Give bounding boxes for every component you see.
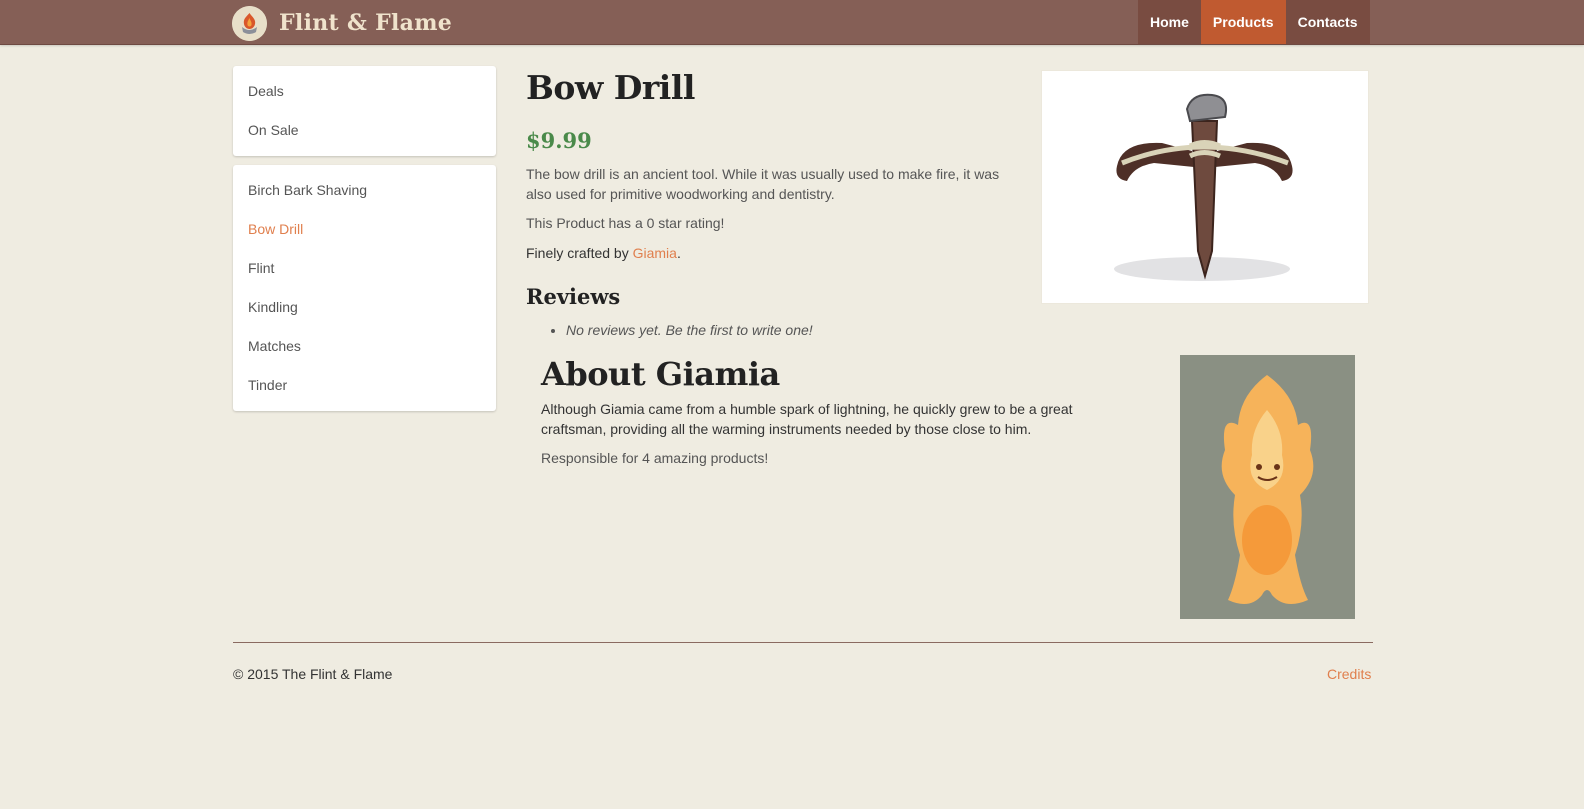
footer-divider <box>233 642 1373 643</box>
sidebar-item-bow-drill[interactable]: Bow Drill <box>233 210 496 249</box>
flame-logo-icon <box>232 5 267 41</box>
sidebar-item-matches[interactable]: Matches <box>233 327 496 366</box>
crafted-prefix: Finely crafted by <box>526 245 633 261</box>
sidebar-item-tinder[interactable]: Tinder <box>233 366 496 405</box>
product-price: $9.99 <box>526 128 592 153</box>
crafter-image <box>1180 355 1355 619</box>
copyright: © 2015 The Flint & Flame <box>233 666 393 682</box>
top-navbar: Flint & Flame Home Products Contacts <box>0 0 1584 45</box>
sidebar-item-flint[interactable]: Flint <box>233 249 496 288</box>
sidebar-item-kindling[interactable]: Kindling <box>233 288 496 327</box>
bow-drill-icon <box>1114 93 1293 281</box>
brand-name: Flint & Flame <box>279 10 453 36</box>
deals-panel: Deals On Sale <box>233 66 496 156</box>
crafted-suffix: . <box>676 245 681 261</box>
brand-link[interactable]: Flint & Flame <box>232 5 452 41</box>
product-rating: This Product has a 0 star rating! <box>526 215 725 231</box>
flame-creature-icon <box>1221 375 1314 604</box>
credits-link[interactable]: Credits <box>1327 666 1371 682</box>
review-empty-message: No reviews yet. Be the first to write on… <box>566 322 813 338</box>
products-panel: Birch Bark Shaving Bow Drill Flint Kindl… <box>233 165 496 411</box>
about-heading: About Giamia <box>541 355 780 393</box>
reviews-heading: Reviews <box>526 284 621 309</box>
nav-contacts[interactable]: Contacts <box>1285 0 1370 44</box>
main-nav: Home Products Contacts <box>1138 0 1370 44</box>
about-product-count: Responsible for 4 amazing products! <box>541 450 769 466</box>
crafted-by: Finely crafted by Giamia. <box>526 245 681 261</box>
sidebar-item-deals[interactable]: Deals <box>233 72 496 111</box>
product-description: The bow drill is an ancient tool. While … <box>526 166 1000 202</box>
nav-products[interactable]: Products <box>1200 0 1286 44</box>
product-image <box>1041 70 1369 304</box>
product-title: Bow Drill <box>526 68 695 107</box>
sidebar-item-birch-bark-shaving[interactable]: Birch Bark Shaving <box>233 171 496 210</box>
reviews-list: No reviews yet. Be the first to write on… <box>566 322 813 338</box>
crafter-link[interactable]: Giamia <box>633 245 677 261</box>
about-text: Although Giamia came from a humble spark… <box>541 401 1073 437</box>
nav-home[interactable]: Home <box>1138 0 1201 44</box>
sidebar-item-on-sale[interactable]: On Sale <box>233 111 496 150</box>
